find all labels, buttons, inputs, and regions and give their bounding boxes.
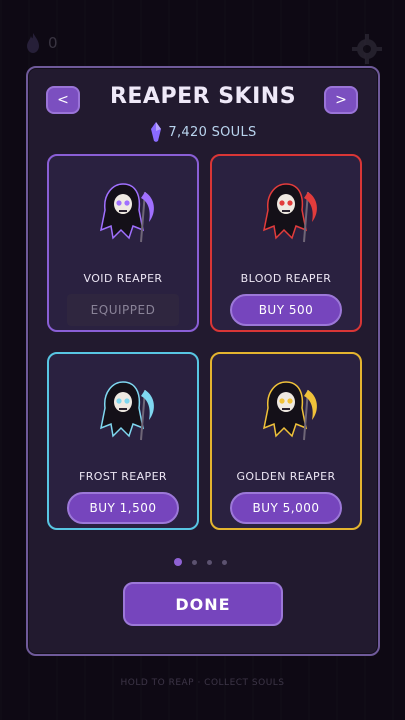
skin-card[interactable]: FROST REAPER BUY 1,500 xyxy=(47,352,199,530)
buy-button[interactable]: BUY 5,000 xyxy=(230,492,342,524)
page-dot[interactable] xyxy=(174,558,182,566)
reaper-skins-modal: < REAPER SKINS > 7,420 SOULS VOID REAPER… xyxy=(26,66,380,656)
skin-name: GOLDEN REAPER xyxy=(236,470,336,483)
buy-button[interactable]: BUY 1,500 xyxy=(67,492,179,524)
reaper-sprite-icon xyxy=(99,183,154,243)
skin-card[interactable]: VOID REAPER EQUIPPED xyxy=(47,154,199,332)
reaper-sprite-icon xyxy=(262,183,317,243)
prev-page-button[interactable]: < xyxy=(46,86,80,114)
next-page-button[interactable]: > xyxy=(324,86,358,114)
souls-balance-text: 7,420 SOULS xyxy=(168,124,257,140)
page-dot[interactable] xyxy=(192,559,197,565)
buy-button[interactable]: BUY 500 xyxy=(230,294,342,326)
done-button[interactable]: DONE xyxy=(123,582,283,626)
reaper-sprite-icon xyxy=(99,381,154,441)
souls-balance: 7,420 SOULS xyxy=(28,122,378,142)
reaper-sprite-icon xyxy=(262,381,317,441)
skin-card[interactable]: BLOOD REAPER BUY 500 xyxy=(210,154,362,332)
footer-hint: HOLD TO REAP · COLLECT SOULS xyxy=(120,678,285,688)
page-dot[interactable] xyxy=(222,559,227,565)
page-dot[interactable] xyxy=(207,559,212,565)
equipped-label: EQUIPPED xyxy=(67,294,179,326)
soul-crystal-icon xyxy=(151,122,162,142)
page-indicator xyxy=(174,558,227,566)
skin-name: VOID REAPER xyxy=(83,272,163,285)
skin-name: BLOOD REAPER xyxy=(240,272,332,285)
skin-name: FROST REAPER xyxy=(79,470,167,483)
skin-card[interactable]: GOLDEN REAPER BUY 5,000 xyxy=(210,352,362,530)
modal-title: REAPER SKINS xyxy=(109,84,297,109)
